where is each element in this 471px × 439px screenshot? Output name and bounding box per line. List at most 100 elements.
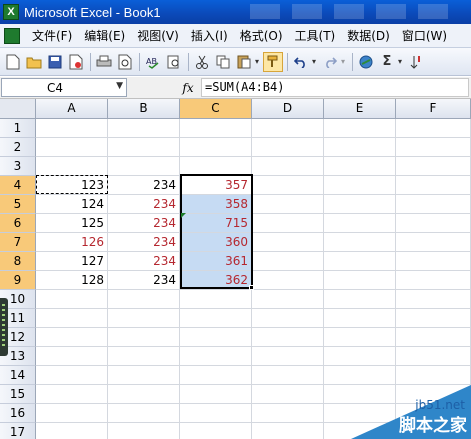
- row-header-8[interactable]: 8: [0, 252, 36, 271]
- cell-c1[interactable]: [180, 119, 252, 138]
- menu-tools[interactable]: 工具(T): [289, 25, 342, 47]
- error-indicator-icon[interactable]: [181, 213, 186, 218]
- side-panel-handle[interactable]: [0, 298, 8, 356]
- cell-c9[interactable]: 362: [180, 271, 252, 290]
- row-header-3[interactable]: 3: [0, 157, 36, 176]
- column-header-b[interactable]: B: [108, 99, 180, 119]
- autosum-dropdown-icon[interactable]: ▾: [398, 57, 406, 66]
- cell-a14[interactable]: [36, 366, 108, 385]
- row-header-16[interactable]: 16: [0, 404, 36, 423]
- cell-b6[interactable]: 234: [108, 214, 180, 233]
- row-header-7[interactable]: 7: [0, 233, 36, 252]
- cell-e1[interactable]: [324, 119, 396, 138]
- cell-e8[interactable]: [324, 252, 396, 271]
- copy-icon[interactable]: [213, 52, 233, 72]
- undo-dropdown-icon[interactable]: ▾: [312, 57, 320, 66]
- cell-f12[interactable]: [396, 328, 471, 347]
- cell-b17[interactable]: [108, 423, 180, 439]
- cell-f3[interactable]: [396, 157, 471, 176]
- redo-icon[interactable]: [320, 52, 340, 72]
- cell-c12[interactable]: [180, 328, 252, 347]
- cell-b3[interactable]: [108, 157, 180, 176]
- cell-b16[interactable]: [108, 404, 180, 423]
- cell-a13[interactable]: [36, 347, 108, 366]
- cell-c6[interactable]: 715: [180, 214, 252, 233]
- cell-e10[interactable]: [324, 290, 396, 309]
- cut-icon[interactable]: [192, 52, 212, 72]
- workbook-icon[interactable]: [4, 27, 20, 44]
- select-all-button[interactable]: [0, 99, 36, 119]
- cell-f2[interactable]: [396, 138, 471, 157]
- permission-icon[interactable]: [66, 52, 86, 72]
- cell-d12[interactable]: [252, 328, 324, 347]
- row-header-5[interactable]: 5: [0, 195, 36, 214]
- cell-e11[interactable]: [324, 309, 396, 328]
- cell-a5[interactable]: 124: [36, 195, 108, 214]
- cell-e9[interactable]: [324, 271, 396, 290]
- cell-c8[interactable]: 361: [180, 252, 252, 271]
- row-header-9[interactable]: 9: [0, 271, 36, 290]
- undo-icon[interactable]: [291, 52, 311, 72]
- cell-b11[interactable]: [108, 309, 180, 328]
- cell-f13[interactable]: [396, 347, 471, 366]
- cell-f7[interactable]: [396, 233, 471, 252]
- cell-d1[interactable]: [252, 119, 324, 138]
- menu-format[interactable]: 格式(O): [234, 25, 289, 47]
- research-icon[interactable]: [164, 52, 184, 72]
- cell-d7[interactable]: [252, 233, 324, 252]
- cell-f6[interactable]: [396, 214, 471, 233]
- cell-a4[interactable]: 123: [36, 176, 108, 195]
- cell-b2[interactable]: [108, 138, 180, 157]
- row-header-15[interactable]: 15: [0, 385, 36, 404]
- format-painter-icon[interactable]: [263, 51, 283, 72]
- cell-b8[interactable]: 234: [108, 252, 180, 271]
- fill-handle[interactable]: [249, 285, 254, 290]
- cell-a2[interactable]: [36, 138, 108, 157]
- cell-d3[interactable]: [252, 157, 324, 176]
- cell-b1[interactable]: [108, 119, 180, 138]
- cell-f5[interactable]: [396, 195, 471, 214]
- cell-d13[interactable]: [252, 347, 324, 366]
- spelling-icon[interactable]: AB: [143, 52, 163, 72]
- row-header-4[interactable]: 4: [0, 176, 36, 195]
- row-header-6[interactable]: 6: [0, 214, 36, 233]
- cell-a16[interactable]: [36, 404, 108, 423]
- cell-e3[interactable]: [324, 157, 396, 176]
- column-header-e[interactable]: E: [324, 99, 396, 119]
- open-icon[interactable]: [24, 52, 44, 72]
- menu-file[interactable]: 文件(F): [26, 25, 78, 47]
- cell-f4[interactable]: [396, 176, 471, 195]
- row-header-17[interactable]: 17: [0, 423, 36, 439]
- cell-a9[interactable]: 128: [36, 271, 108, 290]
- cell-d4[interactable]: [252, 176, 324, 195]
- cell-e6[interactable]: [324, 214, 396, 233]
- column-header-c[interactable]: C: [180, 99, 252, 119]
- cell-c14[interactable]: [180, 366, 252, 385]
- new-icon[interactable]: [3, 52, 23, 72]
- cell-e4[interactable]: [324, 176, 396, 195]
- cell-c15[interactable]: [180, 385, 252, 404]
- cell-d14[interactable]: [252, 366, 324, 385]
- row-header-14[interactable]: 14: [0, 366, 36, 385]
- cell-a12[interactable]: [36, 328, 108, 347]
- cell-b5[interactable]: 234: [108, 195, 180, 214]
- cell-c2[interactable]: [180, 138, 252, 157]
- cell-d8[interactable]: [252, 252, 324, 271]
- menu-insert[interactable]: 插入(I): [185, 25, 234, 47]
- cell-c17[interactable]: [180, 423, 252, 439]
- menu-view[interactable]: 视图(V): [131, 25, 185, 47]
- autosum-icon[interactable]: Σ: [377, 52, 397, 72]
- paste-icon[interactable]: [234, 52, 254, 72]
- menu-window[interactable]: 窗口(W): [396, 25, 453, 47]
- cell-f8[interactable]: [396, 252, 471, 271]
- cell-a6[interactable]: 125: [36, 214, 108, 233]
- cell-a7[interactable]: 126: [36, 233, 108, 252]
- name-box[interactable]: C4 ▼: [1, 78, 127, 97]
- cell-f1[interactable]: [396, 119, 471, 138]
- cell-a17[interactable]: [36, 423, 108, 439]
- cell-d17[interactable]: [252, 423, 324, 439]
- cell-a10[interactable]: [36, 290, 108, 309]
- cell-b4[interactable]: 234: [108, 176, 180, 195]
- cell-a15[interactable]: [36, 385, 108, 404]
- sort-icon[interactable]: [406, 52, 426, 72]
